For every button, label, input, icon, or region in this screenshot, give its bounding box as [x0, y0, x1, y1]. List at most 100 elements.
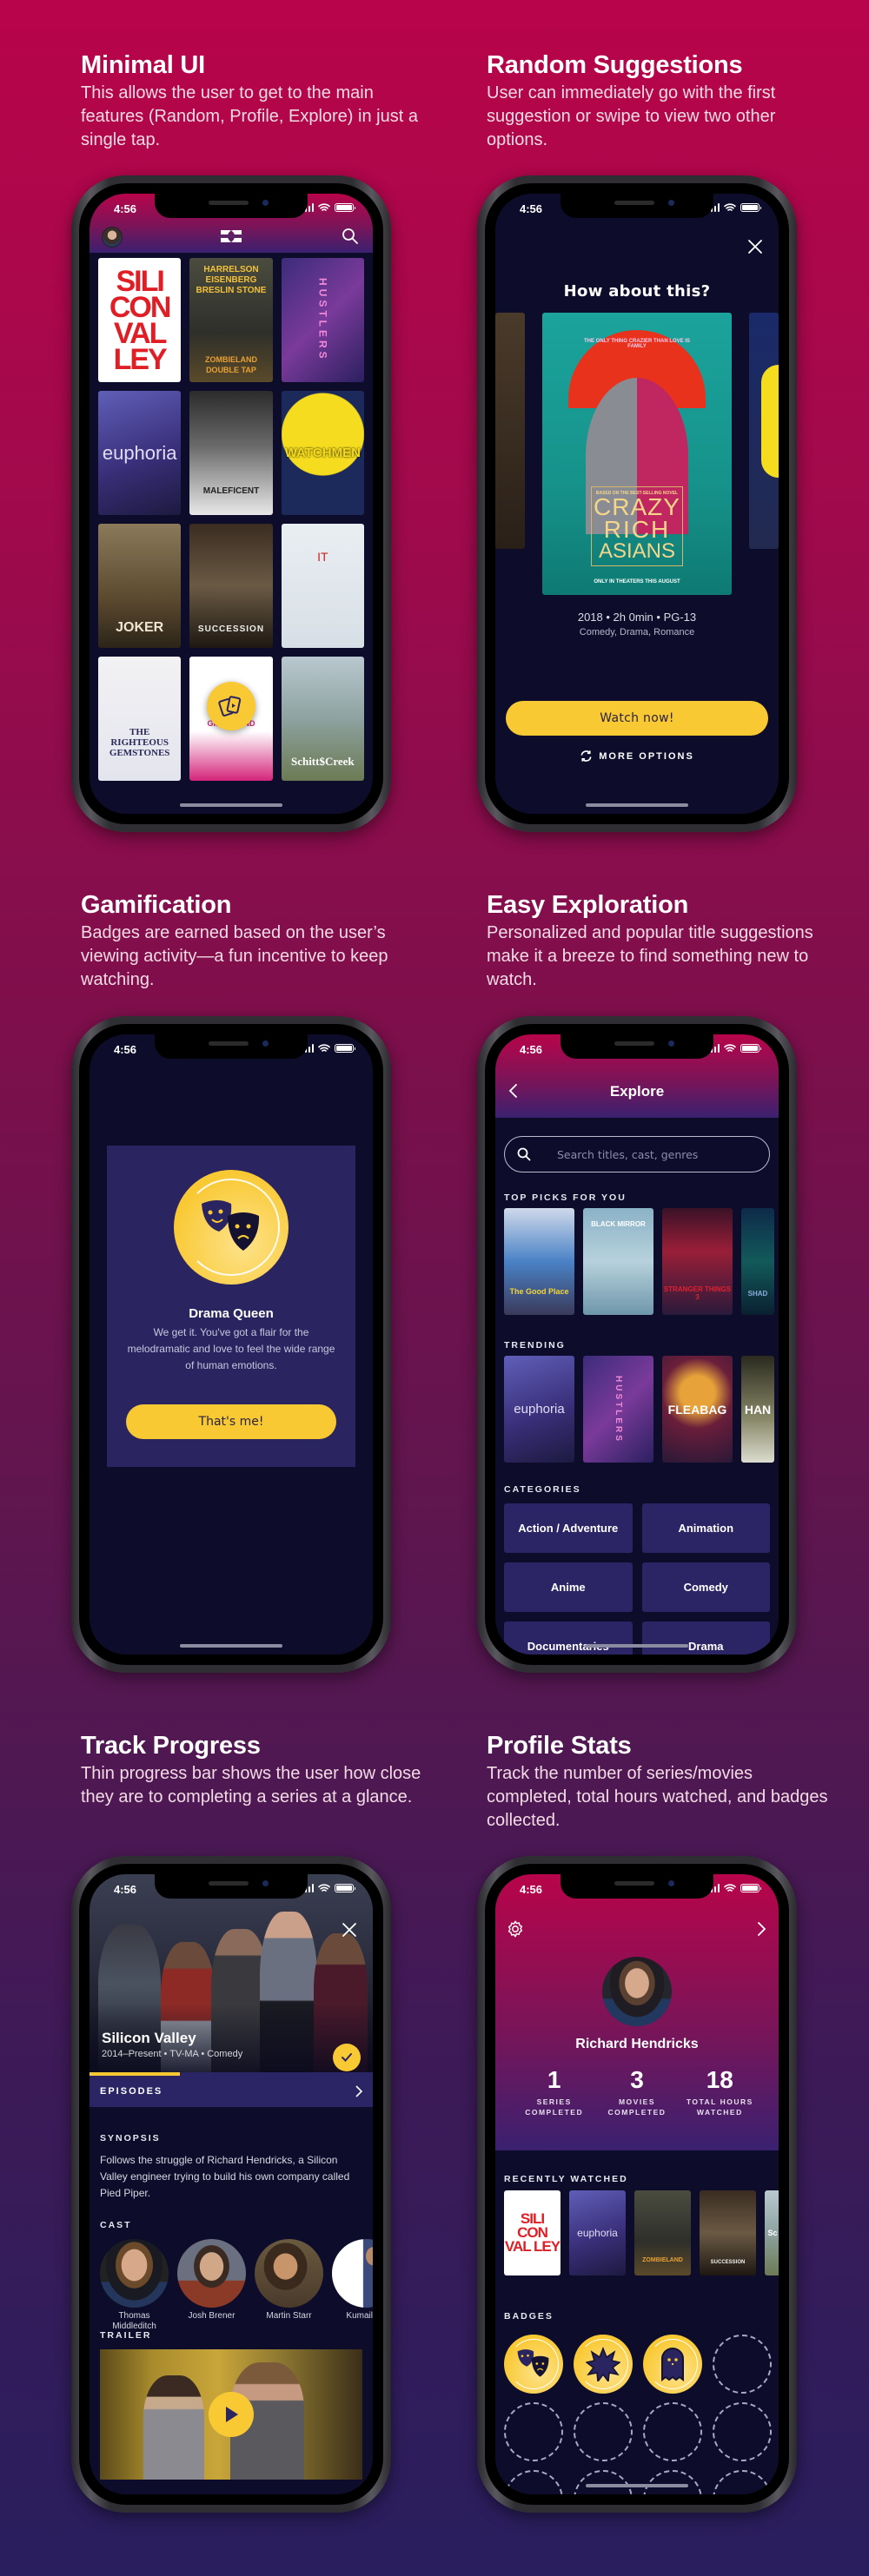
section-description: This allows the user to get to the main …	[81, 83, 418, 149]
home-indicator	[180, 803, 282, 807]
profile-stats: 1 SERIES COMPLETED 3 MOVIES COMPLETED 18 TO…	[495, 2067, 779, 2117]
poster-card[interactable]: STRANGER THINGS 3	[662, 1208, 733, 1315]
badge-locked-slot[interactable]	[643, 2470, 702, 2494]
profile-header: Richard Hendricks 1 SERIES COMPLETED 3 MOV…	[495, 1874, 779, 2150]
poster-card[interactable]: HUSTLERS	[281, 258, 364, 382]
badge-locked-slot[interactable]	[574, 2470, 633, 2494]
stat-value: 1	[547, 2066, 561, 2093]
thats-me-button[interactable]: That's me!	[126, 1404, 336, 1439]
badge-locked-slot[interactable]	[713, 2335, 772, 2394]
phone-home: 4:56 SILI CON VAL LEY HARRELSON EISENBER…	[71, 175, 391, 832]
poster-card[interactable]: SUCCESSION	[189, 524, 273, 648]
cast-member[interactable]: Martin Starr	[255, 2239, 323, 2332]
poster-card[interactable]: HAN	[741, 1356, 774, 1463]
poster-card[interactable]: JOKER	[98, 524, 182, 648]
show-title: Silicon Valley	[102, 2030, 196, 2046]
section-description: Thin progress bar shows the user how clo…	[81, 1764, 421, 1807]
poster-label: BLACK MIRROR	[591, 1220, 646, 1228]
phone-explore: Explore 4:56 TOP PICKS FOR YOU The Good …	[477, 1016, 797, 1673]
section-title: Track Progress	[81, 1732, 261, 1760]
stat-total-hours: 18 TOTAL HOURS WATCHED	[680, 2067, 759, 2117]
poster-card[interactable]: MALEFICENT	[189, 391, 273, 515]
section-title: Minimal UI	[81, 51, 206, 79]
badge-medal	[174, 1170, 289, 1285]
poster-label: SHAD	[747, 1290, 768, 1298]
category-button[interactable]: Drama	[641, 1622, 770, 1655]
wifi-icon	[724, 203, 736, 211]
battery-icon	[335, 1884, 355, 1892]
poster-card[interactable]: FLEABAG	[662, 1356, 733, 1463]
category-button[interactable]: Documentaries	[504, 1622, 633, 1655]
poster-card[interactable]: euphoria	[504, 1356, 574, 1463]
drama-masks-icon	[515, 2348, 552, 2381]
badge-ghost[interactable]	[643, 2335, 702, 2394]
poster-card[interactable]: HUSTLERS	[583, 1356, 653, 1463]
badge-screen: 4:56 Drama Queen We get it. You've got a…	[90, 1034, 373, 1655]
search-field[interactable]	[504, 1136, 770, 1172]
trailer-video[interactable]	[100, 2349, 362, 2480]
home-indicator	[586, 803, 688, 807]
close-icon[interactable]	[342, 1922, 357, 1938]
checkmark-icon	[342, 2053, 352, 2062]
poster-card[interactable]: HARRELSON EISENBERG BRESLIN STONE ZOMBIEL…	[189, 258, 273, 382]
poster-footer: ONLY IN THEATERS THIS AUGUST	[594, 579, 680, 585]
poster-card[interactable]: SUCCESSION	[700, 2190, 756, 2275]
cast-member[interactable]: Thomas Middleditch	[100, 2239, 169, 2332]
badge-locked-slot[interactable]	[713, 2402, 772, 2461]
category-button[interactable]: Comedy	[641, 1562, 770, 1612]
more-options-button[interactable]: MORE OPTIONS	[495, 750, 779, 763]
battery-icon	[740, 203, 761, 212]
poster-card[interactable]: WATCHMEN	[281, 391, 364, 515]
badge-locked-slot[interactable]	[643, 2402, 702, 2461]
watch-now-button[interactable]: Watch now!	[506, 701, 768, 736]
search-input[interactable]	[557, 1147, 769, 1161]
poster-card[interactable]: SHAD	[741, 1208, 774, 1315]
next-suggestion-card[interactable]	[749, 313, 779, 549]
section-title: Gamification	[81, 891, 232, 919]
badge-locked-slot[interactable]	[504, 2402, 563, 2461]
cast-name: Martin Starr	[266, 2311, 312, 2321]
poster-card[interactable]: BLACK MIRROR	[583, 1208, 653, 1315]
section-label: SYNOPSIS	[100, 2133, 161, 2143]
cast-row: Thomas Middleditch Josh Brener Martin St…	[100, 2239, 373, 2332]
play-button[interactable]	[209, 2392, 254, 2437]
poster-card[interactable]: Schitt$Creek	[281, 657, 364, 781]
badge-locked-slot[interactable]	[574, 2402, 633, 2461]
chevron-right-icon[interactable]	[756, 1921, 766, 1937]
badge-locked-slot[interactable]	[504, 2470, 563, 2494]
prev-suggestion-card[interactable]	[495, 313, 525, 549]
episodes-label: EPISODES	[100, 2086, 163, 2097]
poster-card[interactable]: IT	[281, 524, 364, 648]
badge-locked-slot[interactable]	[713, 2470, 772, 2494]
poster-title-line: ASIANS	[598, 539, 676, 563]
poster-card[interactable]: Sc	[765, 2190, 779, 2275]
mark-watched-button[interactable]	[333, 2044, 361, 2071]
cast-member[interactable]: Kumail Na	[332, 2239, 373, 2332]
poster-card[interactable]: The Good Place	[504, 1208, 574, 1315]
suggestion-poster[interactable]: THE ONLY THING CRAZIER THAN LOVE IS FAMI…	[542, 313, 732, 595]
app-logo-icon[interactable]	[218, 227, 244, 246]
badge-title: Drama Queen	[189, 1306, 274, 1321]
badge-drama-masks[interactable]	[504, 2335, 563, 2394]
search-icon[interactable]	[342, 228, 359, 245]
cast-photo	[332, 2239, 373, 2308]
poster-card[interactable]: THE RIGHTEOUS GEMSTONES	[98, 657, 182, 781]
poster-card[interactable]: ZOMBIELAND	[634, 2190, 691, 2275]
phone-show-detail: 4:56 Silicon Valley 2014–Present • TV-MA…	[71, 1856, 391, 2513]
search-icon	[517, 1147, 531, 1161]
badge-action-burst[interactable]	[574, 2335, 633, 2394]
cast-member[interactable]: Josh Brener	[177, 2239, 246, 2332]
poster-label: FLEABAG	[667, 1402, 727, 1417]
category-button[interactable]: Animation	[641, 1503, 770, 1553]
category-button[interactable]: Anime	[504, 1562, 633, 1612]
settings-gear-icon[interactable]	[506, 1919, 525, 1939]
poster-card[interactable]: euphoria	[569, 2190, 626, 2275]
episodes-row[interactable]: EPISODES	[90, 2076, 373, 2107]
poster-card[interactable]: SILI CON VAL LEY	[504, 2190, 561, 2275]
close-icon[interactable]	[747, 239, 763, 254]
random-button[interactable]	[207, 682, 255, 730]
category-button[interactable]: Action / Adventure	[504, 1503, 633, 1553]
poster-card[interactable]: euphoria	[98, 391, 182, 515]
profile-avatar-button[interactable]	[102, 227, 123, 248]
poster-card[interactable]: SILI CON VAL LEY	[98, 258, 182, 382]
